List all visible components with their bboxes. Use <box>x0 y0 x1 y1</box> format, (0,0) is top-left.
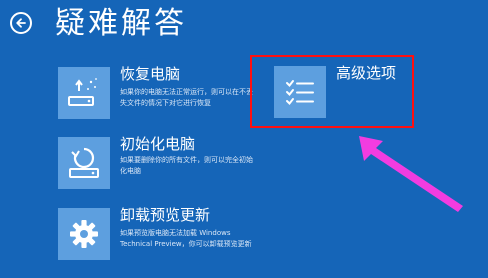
gear-tile <box>58 208 110 260</box>
back-button[interactable] <box>10 12 32 34</box>
option-title: 卸载预览更新 <box>120 206 211 224</box>
option-restore-pc[interactable]: 恢复电脑 如果你的电脑无法正常运行，则可以在不丢失文件的情况下对它进行恢复 <box>58 65 258 123</box>
option-uninstall-preview-updates[interactable]: 卸载预览更新 如果预览版电脑无法加载 Windows Technical Pre… <box>58 206 258 268</box>
page-title: 疑难解答 <box>55 6 187 41</box>
option-description: 如果要删除你的所有文件，则可以完全初始化电脑 <box>120 156 253 175</box>
gear-icon <box>70 220 98 248</box>
reset-pc-icon <box>69 147 99 178</box>
option-description: 如果你的电脑无法正常运行，则可以在不丢失文件的情况下对它进行恢复 <box>120 88 253 107</box>
option-title: 恢复电脑 <box>120 65 181 83</box>
refresh-pc-icon <box>68 78 97 106</box>
highlight-box <box>250 55 414 128</box>
reset-pc-tile <box>58 137 110 189</box>
back-arrow-icon <box>16 18 26 28</box>
option-description: 如果预览版电脑无法加载 Windows Technical Preview，你可… <box>120 229 252 248</box>
option-title: 初始化电脑 <box>120 135 196 153</box>
option-reset-pc[interactable]: 初始化电脑 如果要删除你的所有文件，则可以完全初始化电脑 <box>58 135 258 193</box>
refresh-pc-tile <box>58 67 110 119</box>
